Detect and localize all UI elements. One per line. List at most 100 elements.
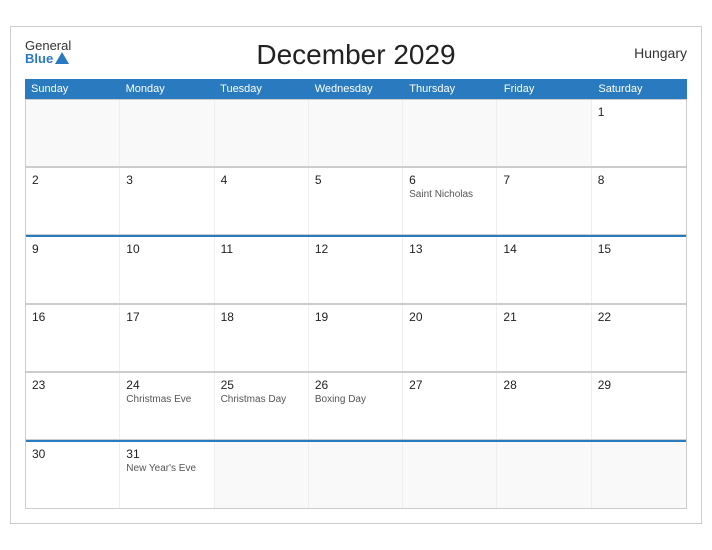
week-row-5: 23 24 Christmas Eve 25 Christmas Day 26 Boxing…: [26, 372, 686, 440]
event-label: Christmas Day: [221, 394, 302, 405]
day-header-thursday: Thursday: [403, 79, 498, 99]
day-cell: 12: [309, 237, 403, 303]
day-cell: 16: [26, 305, 120, 371]
calendar-container: General Blue December 2029 Hungary Sunda…: [10, 26, 702, 524]
day-cell: [403, 100, 497, 166]
day-cell: [26, 100, 120, 166]
day-header-monday: Monday: [120, 79, 215, 99]
day-number: 22: [598, 310, 680, 324]
day-cell: 31 New Year's Eve: [120, 442, 214, 508]
day-number: 24: [126, 378, 207, 392]
event-label: Boxing Day: [315, 394, 396, 405]
event-label: Christmas Eve: [126, 394, 207, 405]
day-cell: 24 Christmas Eve: [120, 373, 214, 439]
week-row-4: 16 17 18 19 20 21 22: [26, 304, 686, 372]
logo: General Blue: [25, 39, 71, 65]
day-cell: 19: [309, 305, 403, 371]
day-number: 16: [32, 310, 113, 324]
day-cell: [497, 442, 591, 508]
day-cell: 15: [592, 237, 686, 303]
day-number: 17: [126, 310, 207, 324]
day-number: 31: [126, 447, 207, 461]
day-cell: [215, 100, 309, 166]
day-number: 29: [598, 378, 680, 392]
day-cell: 5: [309, 168, 403, 234]
day-number: 27: [409, 378, 490, 392]
week-row-1: 1: [26, 99, 686, 167]
day-cell: 3: [120, 168, 214, 234]
day-cell: [403, 442, 497, 508]
calendar-title: December 2029: [256, 39, 455, 71]
day-cell: 1: [592, 100, 686, 166]
day-cell: [215, 442, 309, 508]
day-number: 7: [503, 173, 584, 187]
day-number: 2: [32, 173, 113, 187]
logo-blue-text: Blue: [25, 52, 71, 65]
calendar-header: General Blue December 2029 Hungary: [25, 39, 687, 71]
day-cell: 10: [120, 237, 214, 303]
calendar-grid: 123456Saint Nicholas78910111213141516171…: [25, 99, 687, 509]
day-cell: 30: [26, 442, 120, 508]
day-number: 1: [598, 105, 680, 119]
day-cell: 14: [497, 237, 591, 303]
day-cell: 7: [497, 168, 591, 234]
day-cell: 23: [26, 373, 120, 439]
day-cell: [592, 442, 686, 508]
day-cell: 4: [215, 168, 309, 234]
day-cell: [497, 100, 591, 166]
day-cell: [309, 100, 403, 166]
day-number: 11: [221, 242, 302, 256]
day-number: 6: [409, 173, 490, 187]
day-cell: 13: [403, 237, 497, 303]
day-number: 19: [315, 310, 396, 324]
day-number: 4: [221, 173, 302, 187]
day-header-saturday: Saturday: [592, 79, 687, 99]
day-number: 15: [598, 242, 680, 256]
day-header-sunday: Sunday: [25, 79, 120, 99]
day-number: 23: [32, 378, 113, 392]
day-cell: 21: [497, 305, 591, 371]
day-cell: 22: [592, 305, 686, 371]
day-number: 20: [409, 310, 490, 324]
day-number: 26: [315, 378, 396, 392]
day-cell: 20: [403, 305, 497, 371]
day-number: 5: [315, 173, 396, 187]
day-cell: 18: [215, 305, 309, 371]
day-cell: [309, 442, 403, 508]
day-cell: 25 Christmas Day: [215, 373, 309, 439]
day-number: 10: [126, 242, 207, 256]
day-number: 28: [503, 378, 584, 392]
week-row-6: 30 31 New Year's Eve: [26, 440, 686, 509]
day-number: 3: [126, 173, 207, 187]
day-cell: 2: [26, 168, 120, 234]
day-cell: 9: [26, 237, 120, 303]
day-number: 21: [503, 310, 584, 324]
day-number: 8: [598, 173, 680, 187]
day-cell: 28: [497, 373, 591, 439]
day-cell: 29: [592, 373, 686, 439]
day-headers-row: SundayMondayTuesdayWednesdayThursdayFrid…: [25, 79, 687, 99]
day-cell: [120, 100, 214, 166]
day-cell: 17: [120, 305, 214, 371]
week-row-2: 23456 Saint Nicholas 78: [26, 167, 686, 235]
day-header-wednesday: Wednesday: [309, 79, 404, 99]
day-number: 14: [503, 242, 584, 256]
day-cell: 27: [403, 373, 497, 439]
day-number: 25: [221, 378, 302, 392]
day-header-friday: Friday: [498, 79, 593, 99]
day-header-tuesday: Tuesday: [214, 79, 309, 99]
country-label: Hungary: [634, 45, 687, 61]
event-label: Saint Nicholas: [409, 189, 490, 200]
event-label: New Year's Eve: [126, 463, 207, 474]
week-row-3: 9 10 11 12 13 14 15: [26, 235, 686, 304]
day-number: 18: [221, 310, 302, 324]
day-number: 9: [32, 242, 113, 256]
day-cell: 26 Boxing Day: [309, 373, 403, 439]
logo-triangle-icon: [55, 52, 69, 64]
day-number: 13: [409, 242, 490, 256]
day-number: 30: [32, 447, 113, 461]
day-cell: 6 Saint Nicholas: [403, 168, 497, 234]
day-cell: 8: [592, 168, 686, 234]
day-number: 12: [315, 242, 396, 256]
day-cell: 11: [215, 237, 309, 303]
